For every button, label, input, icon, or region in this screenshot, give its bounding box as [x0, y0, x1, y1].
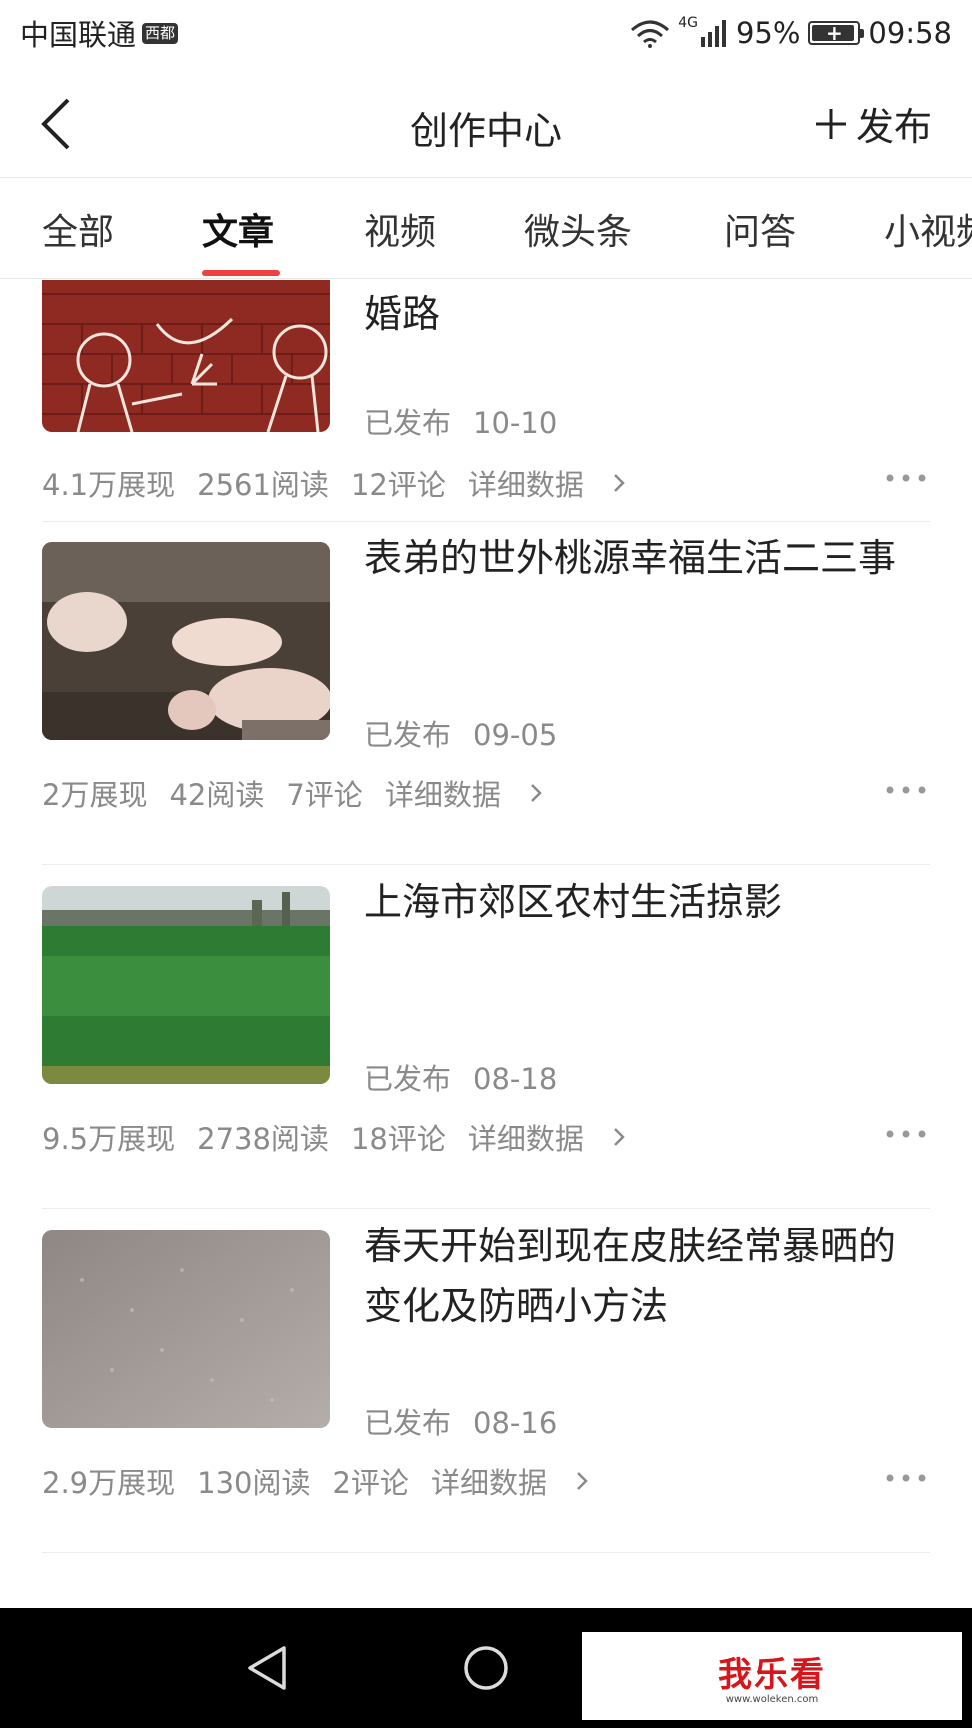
brick-wall-image [42, 280, 330, 432]
article-thumbnail[interactable] [42, 1230, 330, 1428]
charging-icon: + [826, 21, 843, 45]
comments-count: 7评论 [286, 778, 363, 812]
detail-data-label: 详细数据 [384, 778, 501, 812]
publish-status: 已发布 [364, 718, 452, 752]
status-bar: 中国联通 西都 4G 95% + 09:58 [0, 0, 972, 66]
reads-count: 2561阅读 [197, 468, 329, 502]
tab-all[interactable]: 全部 [42, 203, 114, 255]
article-title[interactable]: 上海市郊区农村生活掠影 [364, 872, 924, 932]
detail-data-label: 详细数据 [467, 1122, 584, 1156]
category-tabs: 全部 文章 视频 微头条 问答 小视频 [0, 179, 972, 279]
impressions-count: 4.1万展现 [42, 468, 176, 502]
reads-count: 130阅读 [197, 1466, 311, 1500]
tab-videos[interactable]: 视频 [364, 203, 436, 255]
watermark-url: www.woleken.com [725, 1694, 819, 1705]
tab-short-videos[interactable]: 小视频 [884, 203, 972, 255]
comments-count: 18评论 [350, 1122, 446, 1156]
article-thumbnail[interactable] [42, 542, 330, 740]
article-title[interactable]: 表弟的世外桃源幸福生活二三事 [364, 528, 924, 588]
plus-icon [815, 108, 846, 139]
detail-data-label: 详细数据 [430, 1466, 547, 1500]
article-item[interactable]: 上海市郊区农村生活掠影 已发布 08-18 9.5万展现 2738阅读 18评论 … [0, 866, 972, 1210]
tab-qa[interactable]: 问答 [724, 203, 796, 255]
reads-count: 42阅读 [169, 778, 265, 812]
nav-home-icon[interactable] [462, 1644, 510, 1692]
article-item[interactable]: 上海4050岁以上单身男女漫漫二婚路 已发布 10-10 4.1万展现 2561阅… [0, 280, 972, 522]
more-options-icon[interactable] [884, 1468, 928, 1488]
article-title[interactable]: 春天开始到现在皮肤经常暴晒的变化及防晒小方法 [364, 1216, 924, 1336]
hd-badge: 西都 [142, 22, 179, 44]
chevron-right-icon [577, 1472, 588, 1490]
publish-label: 发布 [855, 105, 932, 149]
impressions-count: 9.5万展现 [42, 1122, 176, 1156]
signal-icon [700, 20, 726, 47]
publish-info: 已发布 09-05 [364, 712, 557, 754]
detail-data-link[interactable]: 详细数据 [431, 1460, 589, 1502]
tab-articles[interactable]: 文章 [202, 203, 274, 255]
publish-date: 08-16 [473, 1406, 558, 1440]
article-item[interactable]: 表弟的世外桃源幸福生活二三事 已发布 09-05 2万展现 42阅读 7评论 详细… [0, 522, 972, 866]
list-divider [42, 864, 930, 865]
battery-icon: + [808, 21, 865, 45]
status-left: 中国联通 西都 [20, 12, 179, 54]
watermark-logo: 我乐看 www.woleken.com [582, 1632, 962, 1720]
article-thumbnail[interactable] [42, 886, 330, 1084]
impressions-count: 2.9万展现 [42, 1466, 176, 1500]
chevron-right-icon [613, 474, 625, 492]
skin-closeup-image [42, 1230, 330, 1428]
nav-back-icon[interactable] [244, 1644, 290, 1692]
detail-data-label: 详细数据 [467, 468, 584, 502]
article-stats: 4.1万展现 2561阅读 12评论 详细数据 [42, 462, 626, 504]
article-thumbnail[interactable] [42, 280, 330, 432]
article-title[interactable]: 上海4050岁以上单身男女漫漫二婚路 [364, 280, 924, 344]
article-item[interactable]: 春天开始到现在皮肤经常暴晒的变化及防晒小方法 已发布 08-16 2.9万展现 1… [0, 1210, 972, 1554]
farm-field-image [42, 886, 330, 1084]
status-right: 4G 95% + 09:58 [630, 15, 952, 50]
publish-status: 已发布 [364, 1062, 452, 1096]
publish-info: 已发布 10-10 [364, 400, 557, 442]
carrier-name: 中国联通 [20, 18, 137, 52]
article-stats: 9.5万展现 2738阅读 18评论 详细数据 [42, 1116, 626, 1158]
publish-status: 已发布 [364, 406, 452, 440]
chevron-right-icon [530, 784, 542, 802]
publish-status: 已发布 [364, 1406, 452, 1440]
list-divider [42, 1208, 930, 1209]
network-type: 4G [678, 15, 698, 31]
list-divider [42, 1552, 930, 1553]
chevron-right-icon [613, 1128, 625, 1146]
clock: 09:58 [868, 16, 952, 50]
detail-data-link[interactable]: 详细数据 [385, 772, 543, 814]
reads-count: 2738阅读 [197, 1122, 329, 1156]
more-options-icon[interactable] [884, 468, 928, 488]
detail-data-link[interactable]: 详细数据 [468, 1116, 626, 1158]
watermark-text: 我乐看 [718, 1655, 826, 1695]
publish-date: 09-05 [473, 718, 558, 752]
more-options-icon[interactable] [884, 780, 928, 800]
article-stats: 2.9万展现 130阅读 2评论 详细数据 [42, 1460, 589, 1502]
article-stats: 2万展现 42阅读 7评论 详细数据 [42, 772, 543, 814]
battery-percent: 95% [735, 16, 801, 50]
wifi-icon [631, 20, 670, 48]
system-nav-bar: 我乐看 www.woleken.com [0, 1608, 972, 1728]
impressions-count: 2万展现 [42, 778, 148, 812]
more-options-icon[interactable] [884, 1124, 928, 1144]
tab-micro-posts[interactable]: 微头条 [524, 203, 632, 255]
publish-date: 08-18 [473, 1062, 558, 1096]
publish-info: 已发布 08-16 [364, 1400, 557, 1442]
publish-date: 10-10 [473, 406, 558, 440]
detail-data-link[interactable]: 详细数据 [468, 462, 626, 504]
publish-button[interactable]: 发布 [814, 96, 932, 151]
article-list: 上海4050岁以上单身男女漫漫二婚路 已发布 10-10 4.1万展现 2561阅… [0, 280, 972, 1608]
comments-count: 12评论 [350, 468, 446, 502]
app-header: 创作中心 发布 [0, 66, 972, 178]
pigs-image [42, 542, 330, 740]
active-tab-indicator [202, 270, 280, 276]
comments-count: 2评论 [332, 1466, 409, 1500]
publish-info: 已发布 08-18 [364, 1056, 557, 1098]
